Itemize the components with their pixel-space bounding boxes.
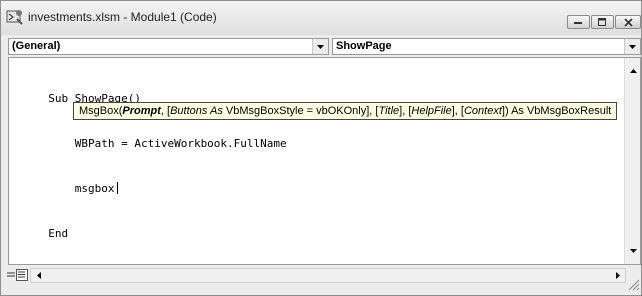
- code-window: investments.xlsm - Module1 (Code) (Gener…: [0, 0, 642, 296]
- tooltip-param-helpfile: HelpFile: [411, 105, 452, 117]
- scroll-left-button[interactable]: [32, 269, 46, 282]
- maximize-button[interactable]: [591, 15, 614, 29]
- quick-info-tooltip: MsgBox(Prompt, [Buttons As VbMsgBoxStyle…: [73, 102, 618, 120]
- arrow-left-icon: [37, 272, 41, 279]
- procedure-dropdown[interactable]: ShowPage: [332, 38, 641, 55]
- code-line[interactable]: msgbox: [35, 181, 287, 196]
- bottom-bar: [1, 265, 641, 295]
- code-line-text[interactable]: msgbox: [35, 182, 115, 195]
- arrow-right-icon: [616, 272, 620, 279]
- maximize-icon: [598, 17, 606, 26]
- full-module-view-icon: [18, 271, 25, 278]
- tooltip-param-context: Context: [463, 105, 502, 117]
- resize-grip-icon[interactable]: [626, 277, 640, 291]
- scroll-right-button[interactable]: [611, 269, 625, 282]
- scroll-up-button[interactable]: [626, 64, 640, 78]
- window-title: investments.xlsm - Module1 (Code): [28, 10, 217, 24]
- scroll-down-button[interactable]: [626, 244, 640, 258]
- procedure-dropdown-value: ShowPage: [336, 40, 392, 52]
- procedure-view-icon: [7, 272, 15, 277]
- procedure-dropdown-button[interactable]: [624, 39, 640, 54]
- code-line[interactable]: End: [35, 226, 287, 241]
- tooltip-param-buttons: Buttons As: [170, 105, 223, 117]
- chevron-down-icon: [317, 44, 324, 49]
- object-dropdown-value: (General): [12, 40, 61, 52]
- tooltip-prefix: MsgBox(: [79, 105, 123, 117]
- code-editor[interactable]: Sub ShowPage() WBPath = ActiveWorkbook.F…: [8, 57, 641, 265]
- object-dropdown[interactable]: (General): [8, 38, 329, 55]
- full-module-view-button[interactable]: [16, 269, 28, 281]
- tooltip-text: ], [: [451, 105, 464, 117]
- arrow-down-icon: [629, 249, 637, 253]
- chevron-down-icon: [629, 44, 636, 49]
- tooltip-param-title: Title: [378, 105, 400, 117]
- tooltip-text: ]) As VbMsgBoxResult: [501, 105, 612, 117]
- minimize-icon: [574, 22, 582, 24]
- tooltip-text: , [: [160, 105, 171, 117]
- vertical-scrollbar[interactable]: [624, 58, 640, 264]
- tooltip-param-prompt: Prompt: [122, 105, 161, 117]
- code-lines[interactable]: Sub ShowPage() WBPath = ActiveWorkbook.F…: [35, 61, 287, 271]
- code-line[interactable]: WBPath = ActiveWorkbook.FullName: [35, 136, 287, 151]
- vba-module-icon: [5, 7, 25, 27]
- close-icon: [623, 17, 633, 27]
- close-button[interactable]: [615, 15, 641, 29]
- text-caret: [117, 182, 119, 194]
- horizontal-scrollbar[interactable]: [30, 268, 626, 283]
- title-bar[interactable]: investments.xlsm - Module1 (Code): [1, 1, 641, 35]
- tooltip-text: ], [: [399, 105, 412, 117]
- minimize-button[interactable]: [567, 15, 590, 29]
- object-dropdown-button[interactable]: [312, 39, 328, 54]
- tooltip-text: VbMsgBoxStyle = vbOKOnly], [: [222, 105, 379, 117]
- combo-row: (General) ShowPage: [1, 35, 641, 57]
- arrow-up-icon: [629, 69, 637, 73]
